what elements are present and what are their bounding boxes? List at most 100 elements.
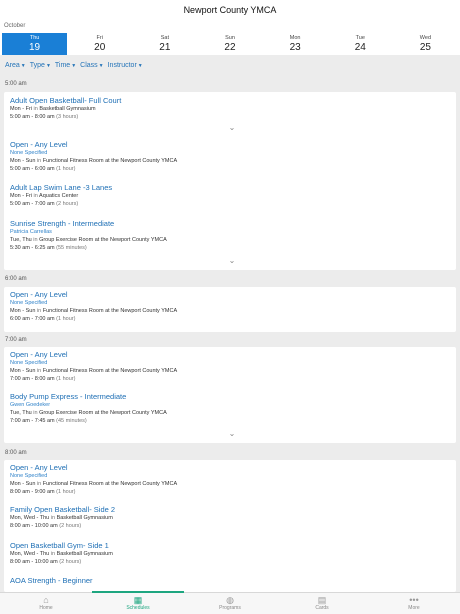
class-instructor: None Specified (10, 300, 48, 306)
filter-time[interactable]: Time▼ (55, 62, 76, 69)
class-item[interactable]: Open - Any Level None Specified Mon - Su… (10, 290, 450, 323)
tab-label: Cards (315, 605, 329, 611)
class-time: 8:00 am - 10:00 am (2 hours) (10, 523, 82, 529)
tab-label: More (408, 605, 420, 611)
class-item[interactable]: Open - Any Level None Specified Mon - Su… (10, 350, 450, 383)
class-time: 8:00 am - 10:00 am (2 hours) (10, 559, 82, 565)
class-title: AOA Strength - Beginner (10, 576, 93, 585)
day-number: 22 (224, 41, 236, 53)
class-title: Adult Lap Swim Lane -3 Lanes (10, 183, 113, 192)
class-time: 5:30 am - 6:25 am (55 minutes) (10, 245, 87, 251)
day-name: Tue (355, 35, 365, 41)
barcode-icon: ▤ (317, 595, 327, 605)
basketball-icon: ◍ (226, 595, 234, 605)
day-name: Thu (29, 35, 40, 41)
class-instructor: Patricia Carrellas (10, 229, 52, 235)
day-number: 20 (94, 41, 106, 53)
filter-class[interactable]: Class▼ (80, 62, 103, 69)
tab-cards[interactable]: ▤ Cards (276, 593, 368, 614)
filter-type[interactable]: Type▼ (30, 62, 51, 69)
class-group: Open - Any Level None Specified Mon - Su… (4, 460, 456, 592)
filter-area[interactable]: Area▼ (5, 62, 26, 69)
day-name: Sat (160, 35, 169, 41)
day-number: 24 (354, 41, 366, 53)
filter-label: Instructor (107, 62, 137, 69)
chevron-down-icon[interactable]: ⌄ (226, 124, 238, 132)
tab-home[interactable]: ⌂ Home (0, 593, 92, 614)
class-item[interactable]: Body Pump Express - Intermediate Gwen Go… (10, 392, 450, 425)
class-item[interactable]: Family Open Basketball- Side 2 Mon, Wed … (10, 505, 450, 530)
day-number: 19 (29, 41, 41, 53)
class-item[interactable]: Adult Open Basketball- Full Court Mon - … (10, 96, 450, 121)
tab-schedules[interactable]: ▦ Schedules (92, 591, 184, 614)
caret-down-icon: ▼ (20, 63, 26, 69)
bottom-tab-bar: ⌂ Home ▦ Schedules ◍ Programs ▤ Cards ••… (0, 591, 460, 614)
tab-more[interactable]: ••• More (368, 593, 460, 614)
filter-bar: Area▼ Type▼ Time▼ Class▼ Instructor▼ (5, 62, 143, 69)
day-name: Sun (225, 35, 235, 41)
day-thu[interactable]: Thu 19 (2, 33, 68, 55)
time-header: 8:00 am (5, 450, 27, 456)
chevron-down-icon[interactable]: ⌄ (226, 257, 238, 265)
day-name: Wed (419, 35, 432, 41)
class-title: Sunrise Strength - Intermediate (10, 219, 115, 228)
caret-down-icon: ▼ (45, 63, 51, 69)
day-mon[interactable]: Mon 23 (263, 33, 328, 55)
home-icon: ⌂ (43, 595, 49, 605)
caret-down-icon: ▼ (137, 63, 143, 69)
class-title: Adult Open Basketball- Full Court (10, 96, 122, 105)
class-item[interactable]: Open Basketball Gym- Side 1 Mon, Wed - T… (10, 541, 450, 566)
day-selector: Thu 19 Fri 20 Sat 21 Sun 22 Mon 23 Tue 24 Wed 2… (0, 33, 460, 55)
class-instructor: Gwen Goedeker (10, 402, 51, 408)
class-time: 5:00 am - 6:00 am (1 hour) (10, 166, 76, 172)
class-group: Open - Any Level None Specified Mon - Su… (4, 347, 456, 443)
day-tue[interactable]: Tue 24 (328, 33, 393, 55)
class-title: Open - Any Level (10, 350, 68, 359)
class-location: Mon, Wed - Thu in Basketball Gymnasium (10, 551, 113, 557)
filter-label: Type (29, 62, 45, 69)
class-location: Tue, Thu in Group Exercise Room at the N… (10, 237, 167, 243)
class-group: Adult Open Basketball- Full Court Mon - … (4, 92, 456, 270)
class-location: Mon, Wed - Thu in Basketball Gymnasium (10, 515, 113, 521)
day-sat[interactable]: Sat 21 (132, 33, 197, 55)
more-dots-icon: ••• (409, 595, 419, 605)
class-title: Open - Any Level (10, 140, 68, 149)
class-location: Mon - Sun in Functional Fitness Room at … (10, 308, 178, 314)
day-sun[interactable]: Sun 22 (197, 33, 262, 55)
day-wed[interactable]: Wed 25 (393, 33, 458, 55)
time-header: 5:00 am (5, 81, 27, 87)
filter-label: Area (5, 62, 20, 69)
class-location: Mon - Sun in Functional Fitness Room at … (10, 158, 178, 164)
day-number: 25 (419, 41, 431, 53)
class-title: Open - Any Level (10, 290, 68, 299)
caret-down-icon: ▼ (98, 63, 104, 69)
filter-instructor[interactable]: Instructor▼ (108, 62, 143, 69)
class-title: Open Basketball Gym- Side 1 (10, 541, 109, 550)
class-item[interactable]: Open - Any Level None Specified Mon - Su… (10, 140, 450, 173)
tab-label: Home (39, 605, 53, 611)
app-header: Newport County YMCA (0, 0, 460, 20)
class-time: 7:00 am - 8:00 am (1 hour) (10, 376, 76, 382)
month-label: October (0, 20, 460, 33)
caret-down-icon: ▼ (71, 63, 77, 69)
page-title: Newport County YMCA (183, 5, 277, 15)
tab-label: Programs (219, 605, 241, 611)
tab-label: Schedules (126, 605, 150, 611)
class-item[interactable]: AOA Strength - Beginner (10, 576, 450, 585)
class-location: Mon - Fri in Aquatics Center (10, 193, 79, 199)
class-location: Mon - Fri in Basketball Gymnasium (10, 106, 96, 112)
class-time: 5:00 am - 7:00 am (2 hours) (10, 201, 79, 207)
calendar-icon: ▦ (133, 595, 143, 605)
time-header: 7:00 am (5, 337, 27, 343)
chevron-down-icon[interactable]: ⌄ (226, 430, 238, 438)
day-fri[interactable]: Fri 20 (67, 33, 132, 55)
class-item[interactable]: Open - Any Level None Specified Mon - Su… (10, 463, 450, 496)
tab-programs[interactable]: ◍ Programs (184, 593, 276, 614)
class-item[interactable]: Sunrise Strength - Intermediate Patricia… (10, 219, 450, 252)
class-instructor: None Specified (10, 473, 48, 479)
class-item[interactable]: Adult Lap Swim Lane -3 Lanes Mon - Fri i… (10, 183, 450, 208)
class-title: Family Open Basketball- Side 2 (10, 505, 116, 514)
filter-label: Time (54, 62, 71, 69)
class-location: Mon - Sun in Functional Fitness Room at … (10, 481, 178, 487)
day-number: 23 (289, 41, 301, 53)
